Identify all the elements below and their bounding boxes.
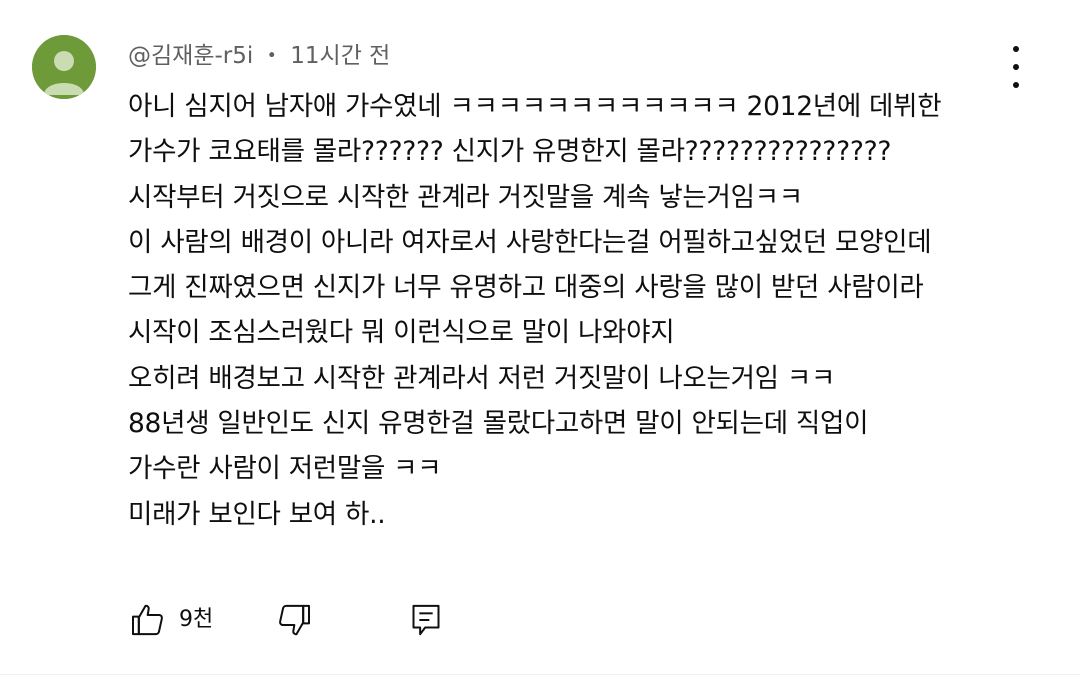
- comment-line: 가수란 사람이 저런말을 ㅋㅋ: [128, 453, 442, 485]
- avatar[interactable]: [32, 35, 96, 99]
- dislike-button[interactable]: [274, 596, 314, 644]
- comment-line: 시작부터 거짓으로 시작한 관계라 거짓말을 계속 낳는거임ㅋㅋ: [128, 181, 803, 213]
- comment-line: 미래가 보인다 보여 하..: [128, 498, 386, 530]
- comment-line: 시작이 조심스러웠다 뭐 이런식으로 말이 나와야지: [128, 317, 675, 349]
- user-avatar-icon: [32, 35, 96, 99]
- thumbs-down-icon: [279, 604, 310, 636]
- author-name[interactable]: @김재훈-r5i: [128, 43, 253, 69]
- reply-button[interactable]: [406, 596, 446, 644]
- comment-line: 오히려 배경보고 시작한 관계라서 저런 거짓말이 나오는거임 ㅋㅋ: [128, 362, 836, 394]
- reply-comment-icon: [412, 604, 440, 636]
- more-vertical-icon: [1013, 46, 1019, 88]
- comment-line: 가수가 코요태를 몰라?????? 신지가 유명한지 몰라???????????…: [128, 136, 892, 168]
- separator: ・: [260, 43, 284, 69]
- comment-body: 아니 심지어 남자애 가수였네 ㅋㅋㅋㅋㅋㅋㅋㅋㅋㅋㅋㅋ 2012년에 데뷔한 …: [128, 84, 1058, 537]
- comment-line: 아니 심지어 남자애 가수였네 ㅋㅋㅋㅋㅋㅋㅋㅋㅋㅋㅋㅋ 2012년에 데뷔한: [128, 91, 942, 122]
- like-count: 9천: [179, 607, 214, 632]
- like-button[interactable]: [128, 596, 168, 644]
- comment-line: 88년생 일반인도 신지 유명한걸 몰랐다고하면 말이 안되는데 직업이: [128, 408, 869, 440]
- comment-time[interactable]: 11시간 전: [290, 43, 390, 69]
- comment-header: @김재훈-r5i ・ 11시간 전: [128, 40, 390, 72]
- thumbs-up-icon: [132, 604, 163, 636]
- divider: [0, 674, 1080, 675]
- comment-line: 그게 진짜였으면 신지가 너무 유명하고 대중의 사랑을 많이 받던 사람이라: [128, 272, 924, 304]
- more-options-button[interactable]: [1000, 46, 1032, 88]
- comment-item: @김재훈-r5i ・ 11시간 전 아니 심지어 남자애 가수였네 ㅋㅋㅋㅋㅋㅋㅋㅋ…: [0, 0, 1080, 678]
- comment-line: 이 사람의 배경이 아니라 여자로서 사랑한다는걸 어필하고싶었던 모양인데: [128, 226, 932, 258]
